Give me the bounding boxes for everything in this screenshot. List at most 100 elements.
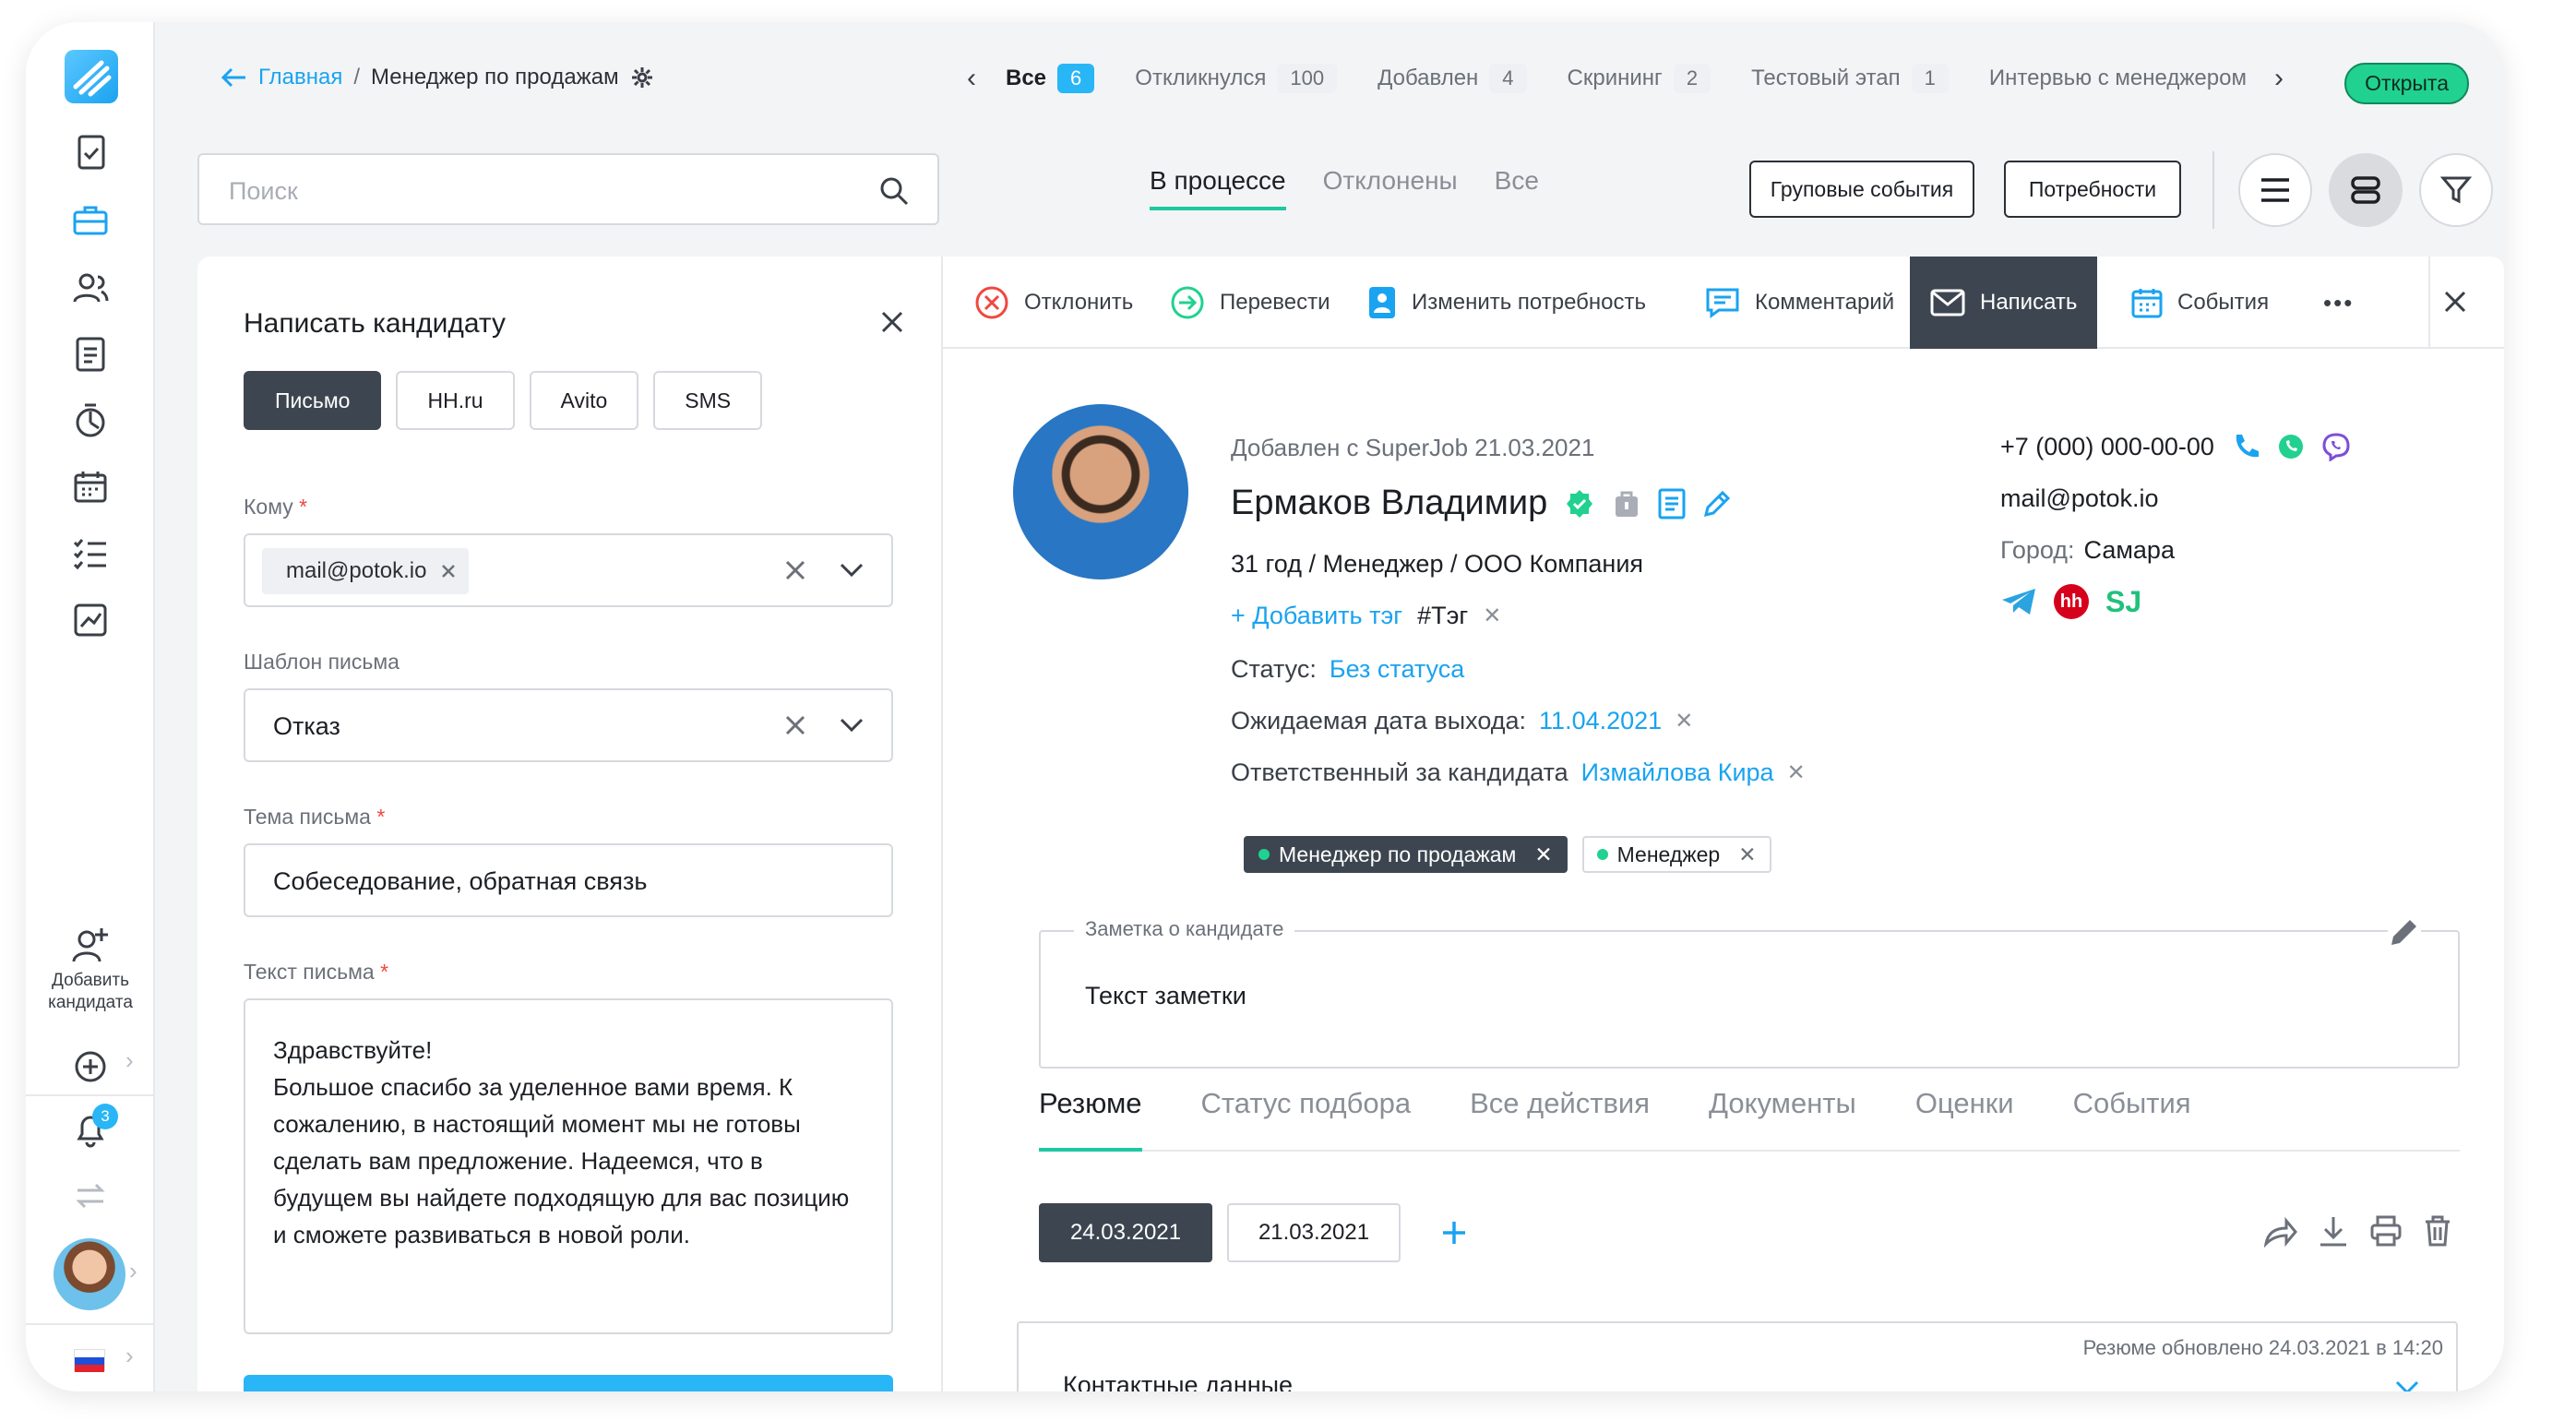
edit-note-icon[interactable] [2388, 915, 2421, 949]
status-value[interactable]: Без статуса [1330, 655, 1464, 684]
tab-avito[interactable]: Avito [529, 371, 639, 430]
chevron-down-icon[interactable] [2395, 1380, 2419, 1391]
tab-all[interactable]: Все [1495, 166, 1539, 210]
telegram-icon[interactable] [2000, 587, 2037, 616]
remove-icon[interactable] [441, 564, 456, 579]
remove-date-icon[interactable]: ✕ [1675, 708, 1693, 734]
stage-screening[interactable]: Скрининг 2 [1568, 64, 1711, 93]
chevron-right-icon[interactable]: › [2274, 63, 2284, 94]
search-icon[interactable] [878, 175, 910, 207]
body-textarea[interactable]: Здравствуйте! Большое спасибо за уделенн… [244, 998, 893, 1334]
vacancy-tag[interactable]: Менеджер ✕ [1581, 836, 1771, 873]
chevron-left-icon[interactable]: ‹ [967, 63, 976, 94]
clear-icon[interactable] [784, 714, 806, 736]
bag-icon[interactable] [1612, 489, 1641, 519]
chevron-down-icon[interactable] [840, 718, 864, 733]
arrow-left-icon[interactable] [220, 66, 247, 89]
documents-icon[interactable] [70, 133, 111, 173]
group-events-button[interactable]: Груповые события [1749, 161, 1974, 218]
exit-date-value[interactable]: 11.04.2021 [1539, 707, 1662, 735]
logo[interactable] [65, 50, 118, 103]
stage-responded[interactable]: Откликнулся 100 [1135, 64, 1338, 93]
remove-responsible-icon[interactable]: ✕ [1787, 759, 1806, 786]
tab-selection-status[interactable]: Статус подбора [1201, 1087, 1412, 1150]
chevron-right-icon[interactable]: › [129, 1257, 137, 1285]
resume-date-button[interactable]: 24.03.2021 [1039, 1203, 1212, 1262]
close-icon[interactable] [2443, 290, 2467, 314]
write-action[interactable]: Написать [1910, 257, 2098, 349]
comment-action[interactable]: Комментарий [1705, 257, 1894, 349]
search-input[interactable]: Поиск [197, 153, 939, 225]
tab-resume[interactable]: Резюме [1039, 1087, 1142, 1152]
vacancies-icon[interactable] [70, 199, 111, 240]
plus-icon[interactable] [1441, 1220, 1467, 1246]
clear-icon[interactable] [784, 559, 806, 581]
stage-all[interactable]: Все 6 [1006, 64, 1095, 93]
edit-icon[interactable] [1702, 489, 1732, 519]
tab-rejected[interactable]: Отклонены [1323, 166, 1458, 210]
stage-interview[interactable]: Интервью с менеджером [1989, 66, 2247, 91]
breadcrumb-home[interactable]: Главная [258, 65, 342, 90]
tab-email[interactable]: Письмо [244, 371, 382, 430]
filter-button[interactable] [2419, 153, 2493, 227]
tab-in-process[interactable]: В процессе [1150, 166, 1286, 210]
to-field[interactable]: mail@potok.io [244, 533, 893, 607]
candidates-icon[interactable] [70, 268, 111, 308]
resume-icon[interactable] [1658, 488, 1686, 519]
share-icon[interactable] [2262, 1216, 2297, 1248]
needs-button[interactable]: Потребности [2004, 161, 2181, 218]
hh-icon[interactable]: hh [2054, 584, 2089, 619]
calendar-icon[interactable] [70, 467, 111, 508]
subject-field[interactable]: Собеседование, обратная связь [244, 843, 893, 917]
forms-icon[interactable] [70, 334, 111, 375]
responsible-value[interactable]: Измайлова Кира [1581, 758, 1774, 787]
tab-events[interactable]: События [2073, 1087, 2191, 1150]
phone-number[interactable]: +7 (000) 000-00-00 [2000, 433, 2214, 461]
plus-circle-icon[interactable] [70, 1046, 111, 1087]
chevron-down-icon[interactable] [840, 563, 864, 578]
send-button[interactable]: Отправить [244, 1375, 893, 1391]
reject-action[interactable]: Отклонить [974, 257, 1133, 349]
remove-vacancy-icon[interactable]: ✕ [1534, 842, 1552, 867]
vacancy-status-badge[interactable]: Открыта [2344, 63, 2469, 104]
chevron-right-icon[interactable]: › [125, 1342, 134, 1370]
stage-test[interactable]: Тестовый этап 1 [1751, 64, 1949, 93]
gear-icon[interactable] [630, 66, 654, 90]
template-select[interactable]: Отказ [244, 688, 893, 762]
tab-sms[interactable]: SMS [653, 371, 763, 430]
superjob-icon[interactable]: SJ [2105, 585, 2141, 619]
tab-ratings[interactable]: Оценки [1915, 1087, 2014, 1150]
vacancy-tag[interactable]: Менеджер по продажам ✕ [1244, 836, 1568, 873]
tasks-icon[interactable] [70, 533, 111, 574]
list-view-button[interactable] [2238, 153, 2312, 227]
candidate-note[interactable]: Заметка о кандидате Текст заметки [1039, 915, 2460, 1069]
candidate-email[interactable]: mail@potok.io [2000, 484, 2158, 513]
user-avatar[interactable] [54, 1238, 125, 1310]
resume-date-button[interactable]: 21.03.2021 [1227, 1203, 1401, 1262]
tab-all-actions[interactable]: Все действия [1470, 1087, 1650, 1150]
add-tag-button[interactable]: + Добавить тэг [1231, 602, 1402, 630]
tab-documents[interactable]: Документы [1709, 1087, 1856, 1150]
switch-icon[interactable] [70, 1176, 111, 1216]
transfer-action[interactable]: Перевести [1170, 257, 1330, 349]
change-need-action[interactable]: Изменить потребность [1367, 257, 1646, 349]
chevron-right-icon[interactable]: › [125, 1046, 134, 1075]
print-icon[interactable] [2369, 1214, 2403, 1248]
reports-icon[interactable] [70, 600, 111, 640]
card-view-button[interactable] [2329, 153, 2403, 227]
remove-vacancy-icon[interactable]: ✕ [1738, 842, 1756, 867]
analytics-icon[interactable] [70, 400, 111, 441]
download-icon[interactable] [2318, 1214, 2349, 1248]
add-candidate-button[interactable]: Добавить кандидата [26, 925, 155, 1014]
remove-tag-icon[interactable]: ✕ [1483, 603, 1501, 629]
close-icon[interactable] [880, 310, 904, 334]
whatsapp-icon[interactable] [2277, 433, 2305, 460]
trash-icon[interactable] [2423, 1214, 2452, 1248]
language-flag-icon[interactable] [74, 1349, 105, 1372]
phone-icon[interactable] [2231, 432, 2260, 461]
stage-added[interactable]: Добавлен 4 [1377, 64, 1527, 93]
more-actions-button[interactable]: ••• [2323, 257, 2354, 349]
events-action[interactable]: События [2131, 257, 2269, 349]
viber-icon[interactable] [2321, 432, 2351, 461]
tab-hh[interactable]: HH.ru [396, 371, 515, 430]
